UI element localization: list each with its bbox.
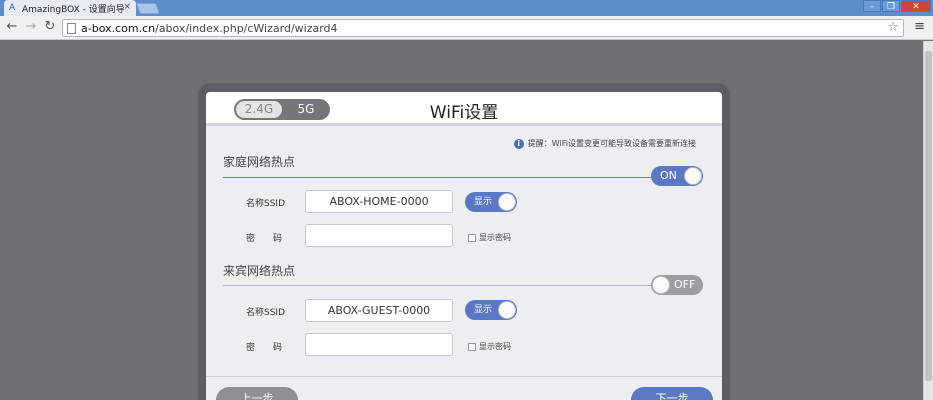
home-divider [223,177,663,178]
tab-close-icon[interactable]: × [123,2,131,12]
back-arrow-icon[interactable]: ← [5,20,19,34]
guest-divider [223,285,653,286]
wifi-settings-panel: 2.4G 5G WiFi设置 i 提醒：WiFi设置变更可能导致设备需要重新连接… [206,92,722,400]
guest-show-password-label: 显示密码 [479,342,511,351]
home-ssid-visible-switch[interactable]: 显示 [465,192,517,212]
guest-ssid-label: 名称SSID [246,308,286,318]
page-icon [67,22,76,34]
switch-knob [652,276,670,294]
home-switch-label: ON [660,169,677,182]
tab-title: AmazingBOX - 设置向导 [22,4,125,15]
star-icon[interactable]: ☆ [887,20,899,36]
guest-ssid-input[interactable]: ABOX-GUEST-0000 [305,299,453,322]
restore-icon[interactable]: ❐ [882,0,900,12]
home-ssid-input[interactable]: ABOX-HOME-0000 [305,190,453,213]
forward-arrow-icon[interactable]: → [24,20,38,34]
url-text: a-box.com.cn/abox/index.php/cWizard/wiza… [81,22,338,35]
home-show-label: 显示 [474,197,493,207]
guest-network-title: 来宾网络热点 [223,264,296,278]
minimize-icon[interactable]: – [863,0,881,12]
home-network-title: 家庭网络热点 [223,155,296,169]
home-show-password-checkbox[interactable]: 显示密码 [468,232,511,243]
checkbox-icon[interactable] [468,342,476,351]
home-ssid-label: 名称SSID [246,199,286,209]
panel-footer: 上一步 下一步 [206,376,722,400]
guest-network-switch[interactable]: OFF [651,275,703,295]
scrollbar-thumb[interactable] [925,51,932,381]
page-title: WiFi设置 [429,103,499,123]
switch-knob [684,167,702,185]
new-tab-button[interactable] [135,3,161,14]
home-password-label: 密 码 [246,234,283,244]
close-window-icon[interactable]: ✕ [901,0,931,12]
info-icon: i [513,138,524,149]
window-controls: – ❐ ✕ [862,0,931,12]
checkbox-icon[interactable] [468,233,476,242]
guest-password-label: 密 码 [246,343,283,353]
amazingbox-favicon-icon: A [9,2,16,13]
guest-ssid-visible-switch[interactable]: 显示 [465,300,517,320]
page-scrollbar[interactable] [923,41,933,400]
address-bar[interactable]: a-box.com.cn/abox/index.php/cWizard/wiza… [62,19,904,37]
hamburger-menu-icon[interactable]: ≡ [914,20,925,34]
home-show-password-label: 显示密码 [479,233,511,242]
guest-show-password-checkbox[interactable]: 显示密码 [468,341,511,352]
next-step-button[interactable]: 下一步 [631,387,713,400]
guest-switch-label: OFF [674,278,696,291]
browser-tab[interactable]: A AmazingBOX - 设置向导 × [4,0,136,16]
guest-show-label: 显示 [474,305,493,315]
home-network-switch[interactable]: ON [651,166,703,186]
panel-header: 2.4G 5G WiFi设置 [206,92,722,126]
notice-text: 提醒：WiFi设置变更可能导致设备需要重新连接 [527,139,696,148]
window-titlebar: A AmazingBOX - 设置向导 × – ❐ ✕ [0,0,933,16]
switch-knob [498,193,516,211]
guest-password-input[interactable] [305,333,453,356]
switch-knob [498,301,516,319]
home-password-input[interactable] [305,224,453,247]
previous-step-button[interactable]: 上一步 [216,387,298,400]
url-path: /abox/index.php/cWizard/wizard4 [155,21,338,35]
reload-icon[interactable]: ↻ [43,20,57,34]
notice: i 提醒：WiFi设置变更可能导致设备需要重新连接 [513,138,696,149]
url-host: a-box.com.cn [81,21,156,35]
browser-toolbar: ← → ↻ a-box.com.cn/abox/index.php/cWizar… [0,16,933,40]
